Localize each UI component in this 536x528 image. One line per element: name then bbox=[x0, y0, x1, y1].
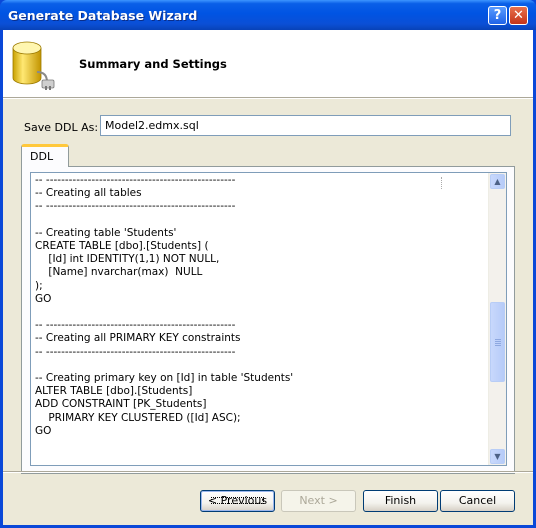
thumb-grip bbox=[495, 341, 501, 342]
database-plug-icon bbox=[12, 41, 55, 90]
header-divider bbox=[3, 98, 533, 99]
thumb-grip bbox=[495, 345, 501, 346]
previous-button[interactable]: < Previous bbox=[200, 490, 275, 512]
vertical-scrollbar[interactable]: ▲ ▼ bbox=[488, 173, 506, 465]
scroll-up-button[interactable]: ▲ bbox=[490, 174, 505, 189]
ddl-script[interactable]: -- -------------------------------------… bbox=[31, 173, 488, 465]
save-ddl-label: Save DDL As: bbox=[24, 121, 99, 134]
page-title: Summary and Settings bbox=[79, 57, 227, 71]
previous-button-label: < Previous bbox=[207, 494, 268, 507]
wizard-window: Generate Database Wizard ? ✕ Summary and… bbox=[0, 0, 536, 528]
wizard-header: Summary and Settings bbox=[3, 30, 533, 98]
next-button[interactable]: Next > bbox=[281, 490, 356, 512]
thumb-grip bbox=[495, 339, 501, 340]
close-button[interactable]: ✕ bbox=[509, 6, 528, 25]
ddl-text-area[interactable]: -- -------------------------------------… bbox=[30, 172, 507, 466]
window-title: Generate Database Wizard bbox=[8, 8, 198, 23]
cancel-button[interactable]: Cancel bbox=[440, 490, 515, 512]
dialog-body: Summary and Settings Save DDL As: Model2… bbox=[3, 30, 533, 525]
finish-button[interactable]: Finish bbox=[363, 490, 438, 512]
footer-divider-highlight bbox=[3, 472, 533, 473]
scroll-down-button[interactable]: ▼ bbox=[490, 449, 505, 464]
title-bar[interactable]: Generate Database Wizard ? ✕ bbox=[0, 0, 536, 30]
tab-ddl[interactable]: DDL bbox=[21, 144, 69, 167]
text-cursor bbox=[441, 177, 443, 189]
thumb-grip bbox=[495, 343, 501, 344]
help-button[interactable]: ? bbox=[488, 6, 507, 25]
scroll-thumb[interactable] bbox=[490, 302, 505, 382]
ddl-tab-panel: -- -------------------------------------… bbox=[21, 166, 515, 474]
save-ddl-input[interactable]: Model2.edmx.sql bbox=[100, 115, 511, 136]
